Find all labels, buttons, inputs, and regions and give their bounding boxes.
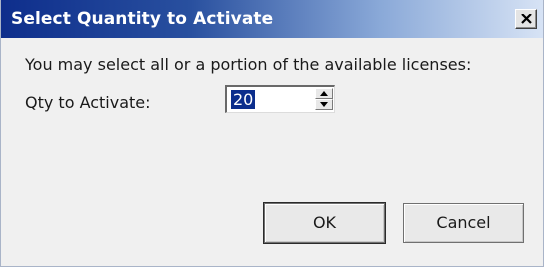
close-icon — [521, 14, 532, 24]
cancel-button[interactable]: Cancel — [403, 203, 524, 243]
quantity-input[interactable]: 20 — [231, 90, 256, 109]
dialog-window: Select Quantity to Activate You may sele… — [0, 0, 544, 267]
qty-label: Qty to Activate: — [25, 93, 151, 112]
quantity-stepper[interactable]: 20 — [225, 85, 335, 113]
title-bar[interactable]: Select Quantity to Activate — [1, 0, 543, 38]
close-button[interactable] — [515, 9, 537, 29]
spin-up-button[interactable] — [315, 88, 333, 99]
chevron-down-icon — [320, 102, 328, 107]
window-title: Select Quantity to Activate — [11, 9, 274, 29]
ok-button[interactable]: OK — [263, 202, 386, 244]
spin-buttons — [315, 88, 333, 110]
spin-down-button[interactable] — [315, 99, 333, 110]
instruction-text: You may select all or a portion of the a… — [25, 55, 472, 74]
chevron-up-icon — [320, 91, 328, 96]
